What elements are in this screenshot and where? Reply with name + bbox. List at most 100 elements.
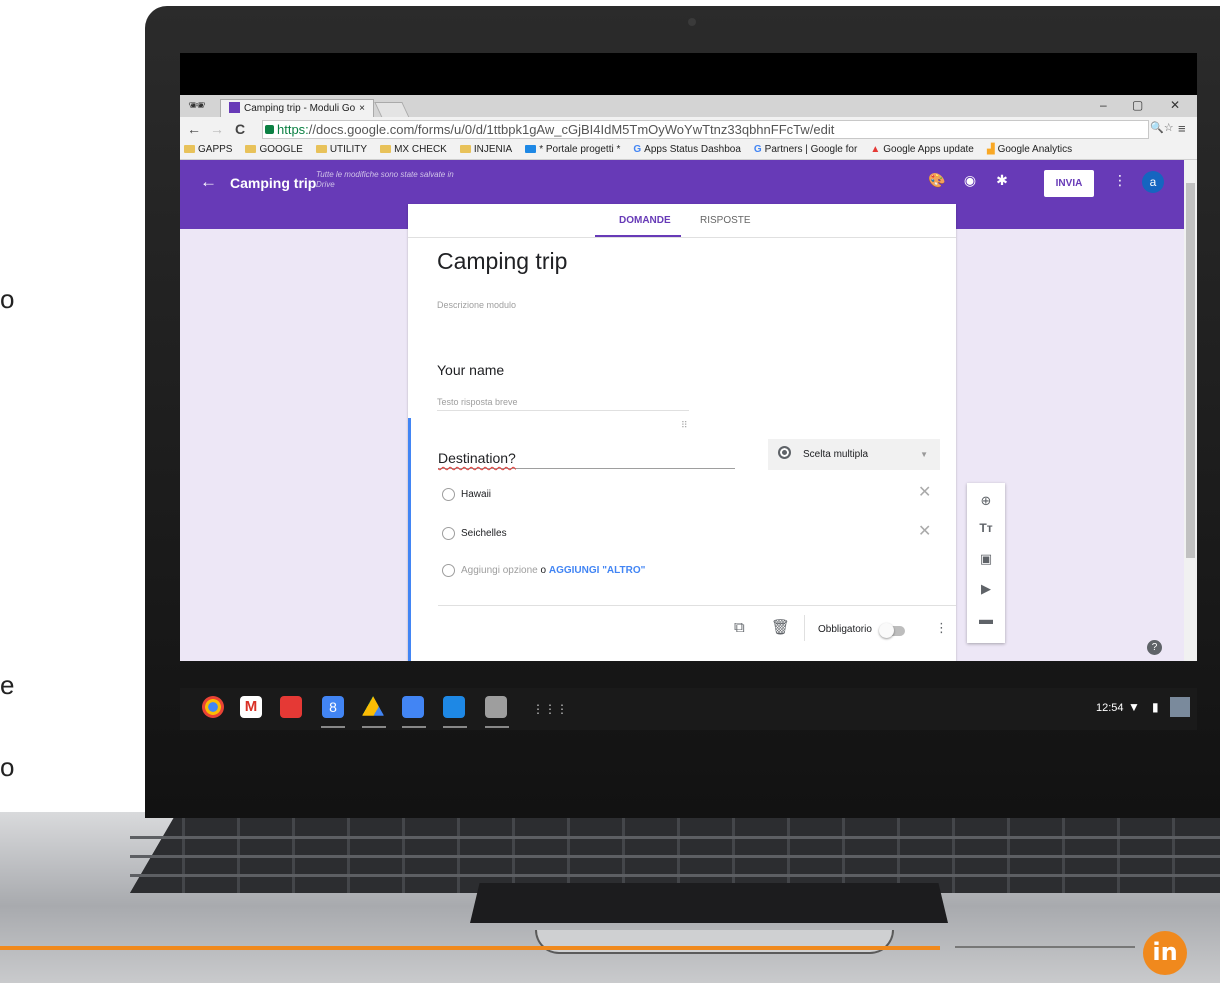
radio-icon bbox=[442, 527, 455, 540]
drive-app-icon[interactable] bbox=[362, 696, 384, 716]
bookmark-folder[interactable]: GOOGLE bbox=[241, 141, 303, 159]
active-question-card[interactable]: ⠿ Destination? Scelta multipla ▼ Hawaii … bbox=[408, 418, 956, 661]
radio-icon bbox=[442, 564, 455, 577]
laptop-trackpad bbox=[470, 883, 948, 923]
incognito-icon: 🕶 bbox=[188, 97, 206, 113]
form-card: DOMANDE RISPOSTE Camping trip Descrizion… bbox=[408, 204, 956, 661]
remove-option-icon[interactable]: ✕ bbox=[918, 521, 931, 541]
question-title[interactable]: Your name bbox=[437, 362, 504, 378]
tab-close-icon[interactable]: × bbox=[359, 100, 365, 117]
folder-icon bbox=[184, 145, 195, 153]
more-vert-icon[interactable]: ⋮ bbox=[1112, 172, 1128, 188]
webcam-icon bbox=[688, 18, 696, 26]
add-title-icon[interactable]: Tт bbox=[967, 521, 1005, 535]
add-section-icon[interactable]: ▬ bbox=[967, 611, 1005, 627]
close-window-icon[interactable]: ✕ bbox=[1170, 98, 1180, 112]
bookmark-link[interactable]: * Portale progetti * bbox=[521, 141, 620, 159]
bookmark-link[interactable]: ▟ Google Analytics bbox=[983, 141, 1072, 159]
lock-icon bbox=[265, 125, 274, 134]
user-avatar[interactable] bbox=[1170, 697, 1190, 717]
duplicate-icon[interactable]: ⧉ bbox=[734, 619, 745, 636]
restore-icon[interactable]: ▢ bbox=[1132, 98, 1143, 112]
radio-type-icon bbox=[778, 446, 791, 459]
chevron-down-icon: ▼ bbox=[920, 450, 928, 459]
browser-tab[interactable]: Camping trip - Moduli Go × bbox=[220, 99, 374, 118]
bookmarks-bar: GAPPS GOOGLE UTILITY MX CHECK INJENIA * Porta… bbox=[180, 141, 1197, 160]
battery-icon[interactable]: ▮ bbox=[1152, 700, 1159, 714]
chrome-app-icon[interactable] bbox=[202, 696, 224, 718]
bookmark-link[interactable]: G Partners | Google for bbox=[750, 141, 857, 159]
trello-icon bbox=[525, 145, 537, 153]
browser-tabstrip: 🕶 Camping trip - Moduli Go × – ▢ ✕ bbox=[180, 95, 1197, 118]
incognito-app-icon[interactable] bbox=[485, 696, 507, 718]
keyboard-row-divider bbox=[130, 855, 1220, 858]
forward-arrow-icon[interactable]: → bbox=[210, 121, 224, 137]
option-label[interactable]: Hawaii bbox=[461, 489, 491, 500]
scrollbar-thumb[interactable] bbox=[1186, 183, 1195, 558]
palette-icon[interactable]: 🎨 bbox=[928, 172, 945, 188]
more-vert-icon[interactable]: ⋮ bbox=[935, 620, 948, 636]
apps-update-icon: ▲ bbox=[870, 144, 881, 155]
option-label[interactable]: Seichelles bbox=[461, 528, 507, 539]
running-indicator bbox=[362, 726, 386, 728]
bookmark-folder[interactable]: UTILITY bbox=[312, 141, 367, 159]
question-type-label: Scelta multipla bbox=[803, 449, 869, 460]
divider bbox=[804, 615, 805, 641]
drag-handle-icon[interactable]: ⠿ bbox=[681, 420, 688, 431]
header-title: Camping trip bbox=[230, 175, 317, 191]
slide-text-fragment: e bbox=[0, 670, 15, 700]
tab-questions[interactable]: DOMANDE bbox=[619, 215, 671, 226]
avatar[interactable]: a bbox=[1142, 171, 1164, 193]
url-path: //docs.google.com/forms/u/0/d/1ttbpk1gAw… bbox=[308, 122, 835, 137]
add-image-icon[interactable]: ▣ bbox=[967, 551, 1005, 567]
add-question-icon[interactable]: ⊕ bbox=[967, 493, 1005, 509]
slide-text-fragment: o bbox=[0, 752, 15, 782]
new-tab-button[interactable] bbox=[374, 102, 410, 118]
slide-text-fragment: o bbox=[0, 284, 15, 314]
url-scheme: https: bbox=[277, 122, 309, 137]
settings-gear-icon[interactable]: ✱ bbox=[994, 172, 1010, 188]
slide-gray-line bbox=[955, 946, 1135, 948]
add-other-link[interactable]: AGGIUNGI "ALTRO" bbox=[549, 565, 646, 576]
wifi-icon[interactable]: ▼ bbox=[1128, 700, 1140, 714]
minimize-icon[interactable]: – bbox=[1100, 98, 1107, 112]
question-title-input[interactable]: Destination? bbox=[438, 450, 735, 469]
save-status: Tutte le modifiche sono state salvate in… bbox=[316, 170, 454, 189]
bookmark-folder[interactable]: GAPPS bbox=[180, 141, 232, 159]
add-video-icon[interactable]: ▶ bbox=[967, 581, 1005, 597]
add-option-link[interactable]: Aggiungi opzione o AGGIUNGI "ALTRO" bbox=[461, 565, 645, 576]
keyboard-row-divider bbox=[130, 874, 1220, 877]
gmail-app-icon[interactable]: M bbox=[240, 696, 262, 718]
tab-responses[interactable]: RISPOSTE bbox=[700, 215, 751, 226]
folder-icon bbox=[245, 145, 257, 153]
reload-icon[interactable]: C bbox=[235, 121, 245, 137]
url-input[interactable]: https://docs.google.com/forms/u/0/d/1ttb… bbox=[262, 120, 1149, 139]
bookmark-link[interactable]: ▲ Google Apps update bbox=[866, 141, 974, 159]
folder-icon bbox=[315, 145, 327, 153]
docs-app-icon[interactable] bbox=[402, 696, 424, 718]
form-title[interactable]: Camping trip bbox=[437, 248, 567, 275]
send-button[interactable]: INVIA bbox=[1044, 170, 1094, 197]
floating-toolbar: ⊕ Tт ▣ ▶ ▬ bbox=[967, 483, 1005, 643]
menu-icon[interactable]: ≡ bbox=[1178, 121, 1186, 136]
google-icon: G bbox=[633, 144, 642, 155]
laptop-front-notch bbox=[535, 930, 894, 954]
system-clock[interactable]: 12:54 bbox=[1096, 702, 1124, 714]
preview-eye-icon[interactable]: ◉ bbox=[962, 172, 978, 188]
bookmark-link[interactable]: G Apps Status Dashboa bbox=[629, 141, 741, 159]
form-description-field[interactable]: Descrizione modulo bbox=[437, 300, 516, 310]
remove-option-icon[interactable]: ✕ bbox=[918, 482, 931, 502]
youtube-app-icon[interactable] bbox=[280, 696, 302, 718]
delete-icon[interactable]: 🗑 bbox=[771, 618, 790, 636]
running-indicator bbox=[321, 726, 345, 728]
bookmark-folder[interactable]: MX CHECK bbox=[376, 141, 447, 159]
question-type-select[interactable]: Scelta multipla ▼ bbox=[768, 439, 940, 470]
bookmark-folder[interactable]: INJENIA bbox=[456, 141, 512, 159]
files-app-icon[interactable] bbox=[443, 696, 465, 718]
back-arrow-icon[interactable]: ← bbox=[200, 172, 217, 192]
help-icon[interactable]: ? bbox=[1147, 640, 1162, 655]
back-arrow-icon[interactable]: ← bbox=[187, 121, 201, 137]
zoom-star-icon[interactable]: 🔍☆ bbox=[1150, 121, 1174, 134]
app-launcher-icon[interactable]: ⋮⋮⋮ bbox=[532, 702, 568, 716]
google-plus-app-icon[interactable]: 8 bbox=[322, 696, 344, 718]
